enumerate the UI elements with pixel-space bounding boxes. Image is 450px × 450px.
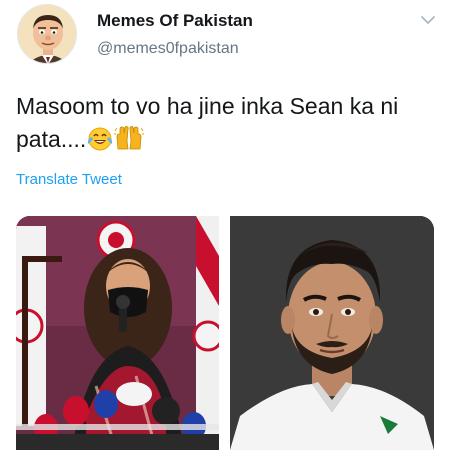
user-handle[interactable]: @memes0fpakistan [97, 40, 239, 58]
raising-hands-icon [114, 125, 145, 160]
tweet-photo-portrait[interactable] [230, 216, 434, 450]
display-name[interactable]: Memes Of Pakistan [97, 11, 253, 31]
tweet-body: Masoom to vo ha jine inka Sean ka ni pat… [16, 93, 399, 152]
avatar-image [18, 5, 76, 63]
more-options-chevron-icon[interactable] [420, 12, 436, 28]
avatar[interactable] [17, 4, 77, 64]
translate-tweet-link[interactable]: Translate Tweet [16, 171, 122, 188]
tweet-photo-press-conference[interactable] [16, 216, 219, 450]
face-with-tears-of-joy-icon [86, 125, 114, 160]
tweet-text: Masoom to vo ha jine inka Sean ka ni pat… [16, 90, 436, 160]
